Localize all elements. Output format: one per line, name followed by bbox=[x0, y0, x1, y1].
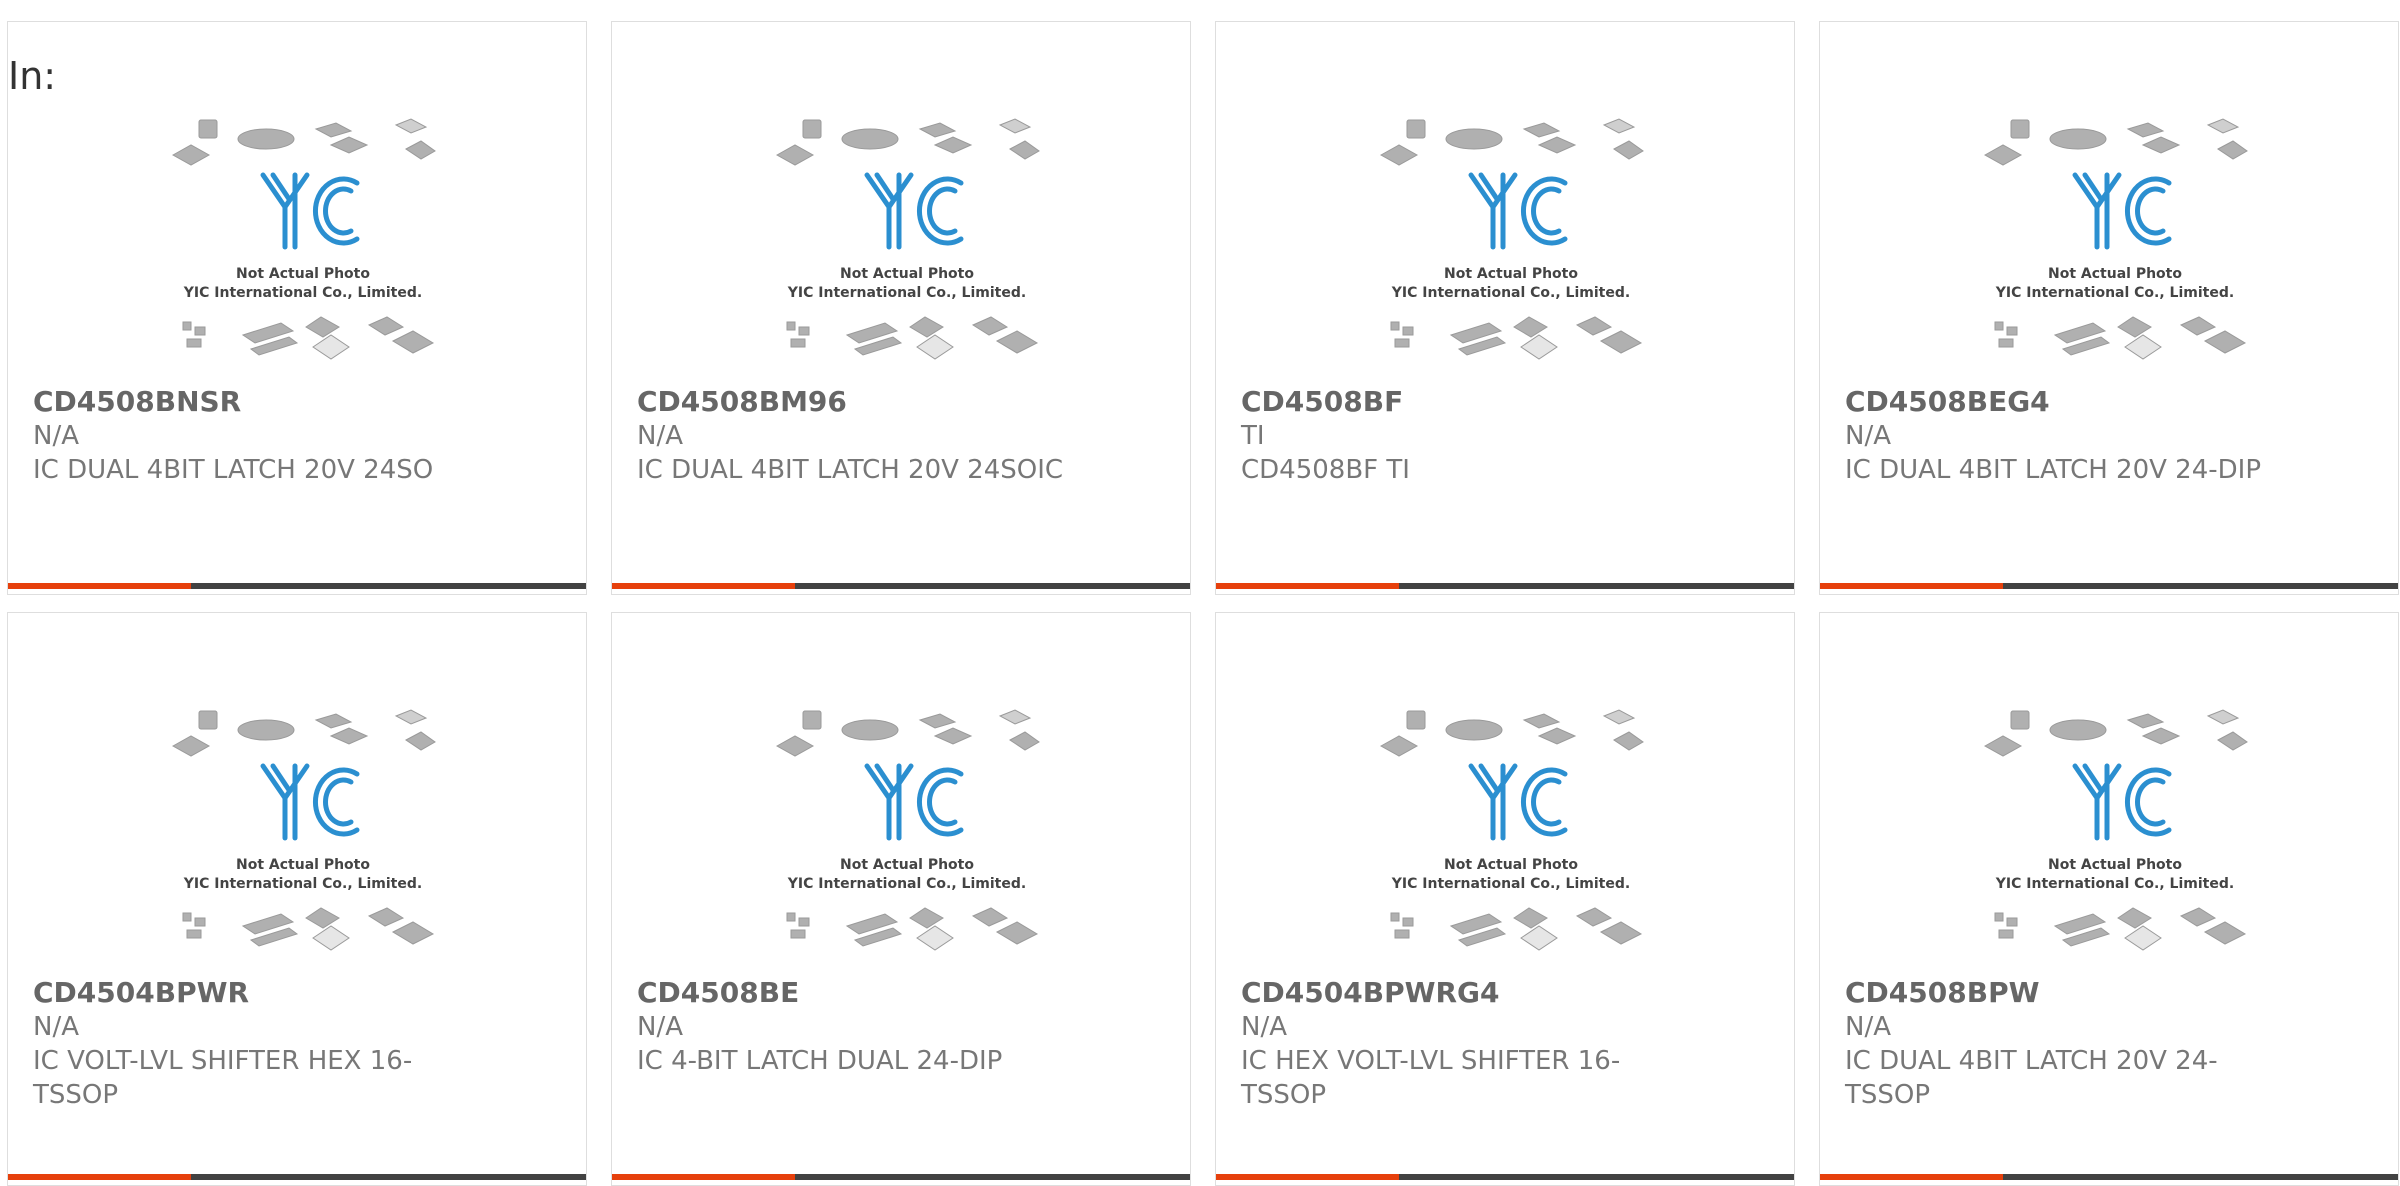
manufacturer: N/A bbox=[1845, 1012, 1891, 1042]
manufacturer: N/A bbox=[637, 1012, 683, 1042]
part-number[interactable]: CD4504BPWR bbox=[33, 975, 249, 1011]
part-number[interactable]: CD4508BPW bbox=[1845, 975, 2039, 1011]
svg-text:YIC International Co., Limited: YIC International Co., Limited. bbox=[787, 285, 1026, 301]
yic-logo-icon bbox=[1468, 763, 1568, 841]
svg-text:Not Actual Photo: Not Actual Photo bbox=[236, 266, 370, 282]
manufacturer: N/A bbox=[637, 421, 683, 451]
product-card[interactable]: Not Actual Photo YIC International Co., … bbox=[1819, 612, 2399, 1186]
product-description: CD4508BF TI bbox=[1241, 455, 1410, 485]
svg-text:Not Actual Photo: Not Actual Photo bbox=[840, 857, 974, 873]
card-footer-bar bbox=[612, 583, 1190, 589]
product-description: IC 4-BIT LATCH DUAL 24-DIP bbox=[637, 1046, 1003, 1076]
card-footer-accent bbox=[612, 1174, 795, 1180]
chip-packages-top-icon bbox=[171, 709, 436, 757]
yic-logo-icon bbox=[260, 763, 360, 841]
search-prefix-label: In: bbox=[8, 54, 57, 98]
product-card[interactable]: Not Actual Photo YIC International Co., … bbox=[1819, 21, 2399, 595]
card-footer-accent bbox=[612, 583, 795, 589]
card-footer-accent bbox=[8, 1174, 191, 1180]
svg-text:YIC International Co., Limited: YIC International Co., Limited. bbox=[1995, 285, 2234, 301]
placeholder-product-image: Not Actual Photo YIC International Co., … bbox=[1983, 118, 2248, 360]
card-footer-accent bbox=[1216, 583, 1399, 589]
chip-packages-top-icon bbox=[171, 118, 436, 166]
placeholder-product-image: Not Actual Photo YIC International Co., … bbox=[1379, 118, 1644, 360]
manufacturer: N/A bbox=[33, 1012, 79, 1042]
manufacturer: N/A bbox=[33, 421, 79, 451]
product-card[interactable]: Not Actual Photo YIC International Co., … bbox=[611, 612, 1191, 1186]
svg-text:YIC International Co., Limited: YIC International Co., Limited. bbox=[183, 285, 422, 301]
placeholder-product-image: Not Actual Photo YIC International Co., … bbox=[171, 118, 436, 360]
svg-text:Not Actual Photo: Not Actual Photo bbox=[1444, 266, 1578, 282]
card-footer-accent bbox=[1820, 583, 2003, 589]
svg-text:Not Actual Photo: Not Actual Photo bbox=[1444, 857, 1578, 873]
card-footer-bar bbox=[1216, 1174, 1794, 1180]
chip-packages-bottom-icon bbox=[1994, 316, 2247, 360]
placeholder-product-image: Not Actual Photo YIC International Co., … bbox=[1379, 709, 1644, 951]
card-footer-accent bbox=[1216, 1174, 1399, 1180]
chip-packages-bottom-icon bbox=[786, 907, 1039, 951]
svg-text:YIC International Co., Limited: YIC International Co., Limited. bbox=[183, 876, 422, 892]
product-card[interactable]: Not Actual Photo YIC International Co., … bbox=[1215, 612, 1795, 1186]
yic-logo-icon bbox=[1468, 172, 1568, 250]
yic-logo-icon bbox=[864, 763, 964, 841]
product-card[interactable]: Not Actual Photo YIC International Co., … bbox=[7, 612, 587, 1186]
card-footer-bar bbox=[612, 1174, 1190, 1180]
manufacturer: TI bbox=[1241, 421, 1265, 451]
placeholder-product-image: Not Actual Photo YIC International Co., … bbox=[775, 709, 1040, 951]
chip-packages-top-icon bbox=[1983, 709, 2248, 757]
product-description: IC HEX VOLT-LVL SHIFTER 16-TSSOP bbox=[1241, 1046, 1621, 1110]
chip-packages-bottom-icon bbox=[786, 316, 1039, 360]
chip-packages-top-icon bbox=[1983, 118, 2248, 166]
chip-packages-top-icon bbox=[775, 118, 1040, 166]
part-number[interactable]: CD4508BE bbox=[637, 975, 799, 1011]
yic-logo-icon bbox=[2072, 763, 2172, 841]
product-description: IC VOLT-LVL SHIFTER HEX 16-TSSOP bbox=[33, 1046, 413, 1110]
card-footer-bar bbox=[1216, 583, 1794, 589]
manufacturer: N/A bbox=[1241, 1012, 1287, 1042]
svg-text:YIC International Co., Limited: YIC International Co., Limited. bbox=[787, 876, 1026, 892]
svg-text:Not Actual Photo: Not Actual Photo bbox=[2048, 266, 2182, 282]
product-card[interactable]: Not Actual Photo YIC International Co., … bbox=[611, 21, 1191, 595]
svg-text:Not Actual Photo: Not Actual Photo bbox=[840, 266, 974, 282]
product-description: IC DUAL 4BIT LATCH 20V 24SO bbox=[33, 455, 434, 485]
product-card[interactable]: Not Actual Photo YIC International Co., … bbox=[1215, 21, 1795, 595]
chip-packages-bottom-icon bbox=[1390, 907, 1643, 951]
chip-packages-bottom-icon bbox=[1390, 316, 1643, 360]
card-footer-bar bbox=[1820, 1174, 2398, 1180]
part-number[interactable]: CD4508BNSR bbox=[33, 384, 241, 420]
part-number[interactable]: CD4508BF bbox=[1241, 384, 1403, 420]
yic-logo-icon bbox=[2072, 172, 2172, 250]
product-description: IC DUAL 4BIT LATCH 20V 24SOIC bbox=[637, 455, 1064, 485]
chip-packages-top-icon bbox=[1379, 118, 1644, 166]
chip-packages-bottom-icon bbox=[182, 316, 435, 360]
chip-packages-top-icon bbox=[1379, 709, 1644, 757]
yic-logo-icon bbox=[260, 172, 360, 250]
card-footer-bar bbox=[1820, 583, 2398, 589]
product-description: IC DUAL 4BIT LATCH 20V 24-DIP bbox=[1845, 455, 2262, 485]
card-footer-accent bbox=[1820, 1174, 2003, 1180]
chip-packages-bottom-icon bbox=[182, 907, 435, 951]
svg-text:YIC International Co., Limited: YIC International Co., Limited. bbox=[1391, 285, 1630, 301]
part-number[interactable]: CD4508BEG4 bbox=[1845, 384, 2050, 420]
placeholder-product-image: Not Actual Photo YIC International Co., … bbox=[775, 118, 1040, 360]
part-number[interactable]: CD4504BPWRG4 bbox=[1241, 975, 1500, 1011]
svg-text:Not Actual Photo: Not Actual Photo bbox=[2048, 857, 2182, 873]
svg-text:Not Actual Photo: Not Actual Photo bbox=[236, 857, 370, 873]
placeholder-product-image: Not Actual Photo YIC International Co., … bbox=[171, 709, 436, 951]
yic-logo-icon bbox=[864, 172, 964, 250]
svg-text:YIC International Co., Limited: YIC International Co., Limited. bbox=[1995, 876, 2234, 892]
product-card[interactable]: Not Actual Photo YIC International Co., … bbox=[7, 21, 587, 595]
card-footer-bar bbox=[8, 1174, 586, 1180]
chip-packages-top-icon bbox=[775, 709, 1040, 757]
svg-text:YIC International Co., Limited: YIC International Co., Limited. bbox=[1391, 876, 1630, 892]
chip-packages-bottom-icon bbox=[1994, 907, 2247, 951]
product-description: IC DUAL 4BIT LATCH 20V 24-TSSOP bbox=[1845, 1046, 2218, 1110]
card-footer-accent bbox=[8, 583, 191, 589]
card-footer-bar bbox=[8, 583, 586, 589]
manufacturer: N/A bbox=[1845, 421, 1891, 451]
part-number[interactable]: CD4508BM96 bbox=[637, 384, 847, 420]
placeholder-product-image: Not Actual Photo YIC International Co., … bbox=[1983, 709, 2248, 951]
